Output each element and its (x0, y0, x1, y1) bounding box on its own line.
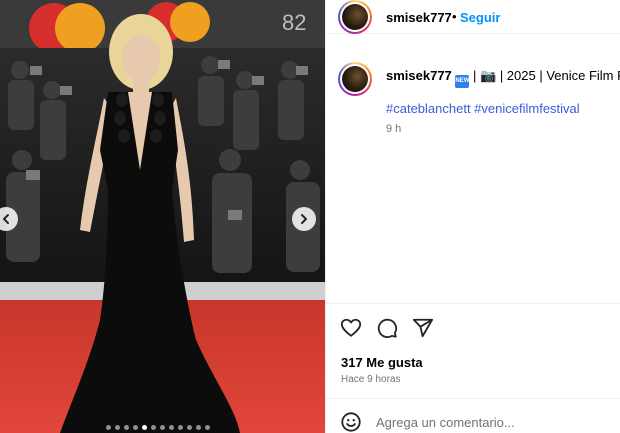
chevron-left-icon (3, 214, 9, 224)
carousel-dot (160, 425, 165, 430)
camera-icon: 📷 (480, 68, 497, 83)
comment-input[interactable] (376, 412, 606, 432)
carousel-dot (151, 425, 156, 430)
caption-divider: | (469, 68, 481, 83)
comment-composer (326, 398, 620, 433)
carousel-indicator (106, 425, 210, 430)
carousel-next-button[interactable] (292, 207, 316, 231)
backdrop-logo-text: 82 (282, 10, 306, 35)
header-separator: • (452, 9, 457, 24)
carousel-dot (115, 425, 120, 430)
carousel-dot (205, 425, 210, 430)
hashtag-links[interactable]: #cateblanchett #venicefilmfestival (386, 101, 580, 116)
post-details-panel: smisek777 • Seguir smisek777 NEW | 📷 | 2… (325, 0, 620, 433)
carousel-dot (142, 425, 147, 430)
send-icon[interactable] (412, 317, 434, 339)
post-actions (340, 317, 434, 339)
comment-icon[interactable] (376, 317, 398, 339)
post-photo: 82 (0, 0, 325, 433)
actions-divider (326, 303, 620, 304)
heart-icon[interactable] (340, 317, 362, 339)
caption-author-avatar[interactable] (338, 62, 372, 96)
like-count[interactable]: 317 Me gusta (341, 355, 423, 370)
carousel-dot (187, 425, 192, 430)
caption-hashtags: #cateblanchett #venicefilmfestival (386, 101, 580, 116)
carousel-dot (133, 425, 138, 430)
carousel-dot (106, 425, 111, 430)
carousel-dot (124, 425, 129, 430)
smiley-icon[interactable] (340, 411, 362, 433)
post-media[interactable]: 82 (0, 0, 325, 433)
author-username[interactable]: smisek777 (386, 10, 452, 25)
carousel-dot (169, 425, 174, 430)
chevron-right-icon (301, 214, 307, 224)
author-avatar[interactable] (338, 0, 372, 34)
caption-text: | 2025 | Venice Film Festival (499, 68, 620, 83)
follow-button[interactable]: Seguir (460, 10, 500, 25)
post-caption: smisek777 NEW | 📷 | 2025 | Venice Film F… (386, 68, 620, 88)
post-header: smisek777 • Seguir (326, 0, 620, 34)
new-badge-icon: NEW (455, 75, 470, 88)
caption-timestamp[interactable]: 9 h (386, 123, 401, 135)
carousel-dot (196, 425, 201, 430)
carousel-dot (178, 425, 183, 430)
caption-username[interactable]: smisek777 (386, 68, 452, 83)
post-time-ago: Hace 9 horas (341, 374, 401, 385)
